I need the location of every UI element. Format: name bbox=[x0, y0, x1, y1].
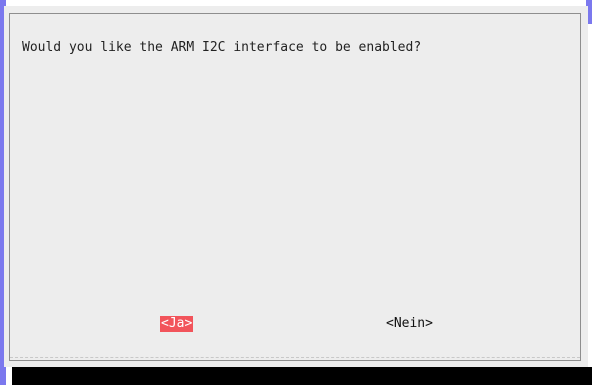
i2c-enable-dialog: Would you like the ARM I2C interface to … bbox=[4, 6, 588, 367]
screen: Would you like the ARM I2C interface to … bbox=[0, 0, 592, 385]
dialog-frame bbox=[9, 13, 581, 361]
no-button[interactable]: <Nein> bbox=[385, 316, 434, 332]
dialog-shadow bbox=[12, 367, 592, 385]
dialog-question: Would you like the ARM I2C interface to … bbox=[22, 40, 422, 55]
yes-button[interactable]: <Ja> bbox=[160, 316, 194, 332]
